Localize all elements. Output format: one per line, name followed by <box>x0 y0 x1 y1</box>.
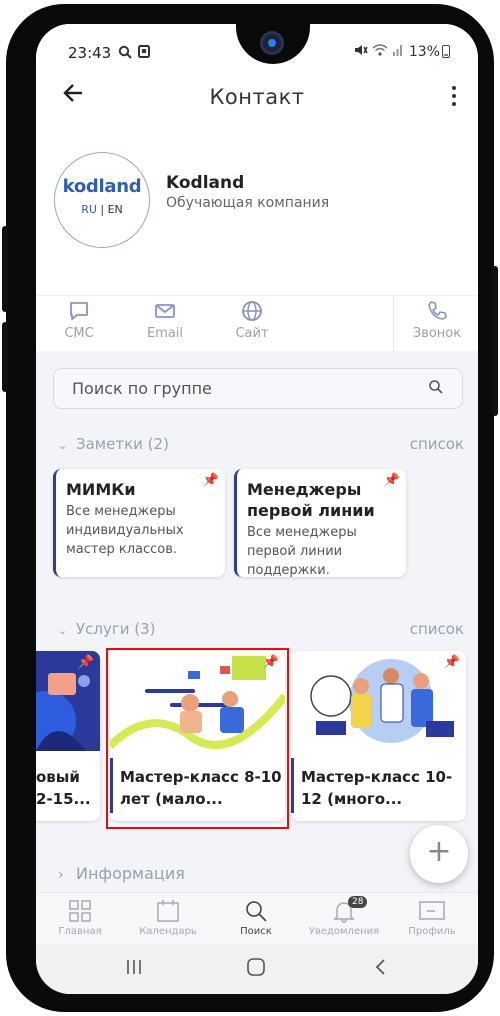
front-camera <box>236 24 310 64</box>
actions-divider <box>393 296 394 352</box>
chevron-down-icon: ⌄ <box>58 624 68 637</box>
email-action[interactable]: Email <box>125 300 205 341</box>
service-illustration <box>291 651 466 751</box>
tab-calendar[interactable]: Календарь <box>124 899 212 937</box>
status-time: 23:43 <box>68 44 112 62</box>
notes-list-link[interactable]: список <box>410 435 464 453</box>
status-right: 13% <box>354 44 450 60</box>
company-logo: kodland RU | EN <box>54 152 150 248</box>
wifi-icon <box>372 44 392 60</box>
note-title: Менеджеры первой линии <box>247 480 375 520</box>
bixby-button <box>2 322 8 392</box>
note-text: Все менеджеры первой линии поддержки. <box>247 525 357 578</box>
chevron-down-icon: ⌄ <box>58 439 68 452</box>
more-options-icon[interactable] <box>452 86 456 110</box>
bottom-tab-bar: Главная Календарь Поиск 28 Уведомления П… <box>36 892 478 944</box>
app-bar: Контакт <box>36 76 478 120</box>
call-action[interactable]: Звонок <box>397 300 477 341</box>
service-title: овый 2-15... <box>36 768 91 808</box>
status-bar: 23:43 13% <box>36 24 478 76</box>
screen: 23:43 13% Контакт kodland RU | EN Kodlan… <box>36 24 478 994</box>
battery-percent: 13% <box>408 44 440 60</box>
note-title: МИМКи <box>66 480 136 499</box>
phone-icon <box>428 301 447 320</box>
home-icon[interactable] <box>246 957 266 981</box>
page-title: Контакт <box>209 85 305 109</box>
tab-home[interactable]: Главная <box>36 899 124 937</box>
search-icon <box>246 901 267 922</box>
chevron-right-icon: › <box>58 867 64 883</box>
note-card[interactable]: МИМКи Все менеджеры индивидуальных масте… <box>53 469 225 577</box>
site-action[interactable]: Сайт <box>212 300 292 341</box>
contact-name: Kodland <box>166 173 245 193</box>
sms-action[interactable]: СМС <box>39 300 119 341</box>
notes-section-header[interactable]: ⌄ Заметки (2) <box>58 435 169 453</box>
pin-icon[interactable]: 📌 <box>78 655 94 670</box>
note-text: Все менеджеры индивидуальных мастер клас… <box>66 504 184 557</box>
mute-icon <box>354 44 372 60</box>
tab-profile[interactable]: Профиль <box>388 899 476 937</box>
pin-icon[interactable]: 📌 <box>384 473 400 488</box>
tab-notifications[interactable]: 28 Уведомления <box>300 896 388 937</box>
chat-icon <box>70 302 88 320</box>
phone-frame: 23:43 13% Контакт kodland RU | EN Kodlan… <box>2 4 498 1012</box>
calendar-icon <box>157 900 179 922</box>
battery-icon <box>442 45 450 58</box>
contact-subtitle: Обучающая компания <box>166 195 330 211</box>
search-placeholder: Поиск по группе <box>72 379 212 398</box>
note-card[interactable]: Менеджеры первой линии Все менеджеры пер… <box>234 469 406 578</box>
signal-icon <box>392 44 408 60</box>
group-search-input[interactable]: Поиск по группе <box>53 368 463 409</box>
services-section-header[interactable]: ⌄ Услуги (3) <box>58 620 156 638</box>
selection-highlight <box>106 648 289 829</box>
square-icon <box>138 45 150 62</box>
contact-actions: СМС Email Сайт Звонок <box>36 295 478 352</box>
profile-card-icon <box>419 901 445 920</box>
logo-languages: RU | EN <box>81 203 123 216</box>
notification-badge: 28 <box>348 896 368 908</box>
globe-icon <box>242 301 262 321</box>
service-card[interactable]: 📌 Мастер-класс 10- 12 (много... <box>291 651 466 821</box>
grid-icon <box>69 900 91 922</box>
back-nav-icon[interactable] <box>371 957 391 981</box>
power-button <box>492 266 498 416</box>
mail-icon <box>155 304 175 318</box>
service-accent-bar <box>291 758 294 813</box>
tab-search[interactable]: Поиск <box>212 899 300 937</box>
volume-button <box>2 226 8 312</box>
info-section-header[interactable]: › Информация <box>58 864 185 883</box>
search-icon[interactable] <box>428 379 444 399</box>
contact-profile: kodland RU | EN Kodland Обучающая компан… <box>36 120 478 295</box>
service-title: Мастер-класс 10- 12 (много... <box>301 768 453 808</box>
service-card[interactable]: 📌 овый 2-15... <box>36 651 100 821</box>
logo-word: kodland <box>62 176 142 197</box>
services-list-link[interactable]: список <box>410 620 464 638</box>
add-fab-button[interactable]: + <box>410 825 468 883</box>
pin-icon[interactable]: 📌 <box>444 655 460 670</box>
search-icon <box>118 45 132 63</box>
pin-icon[interactable]: 📌 <box>203 473 219 488</box>
recent-apps-icon[interactable] <box>124 957 144 981</box>
system-nav-bar <box>36 944 478 994</box>
